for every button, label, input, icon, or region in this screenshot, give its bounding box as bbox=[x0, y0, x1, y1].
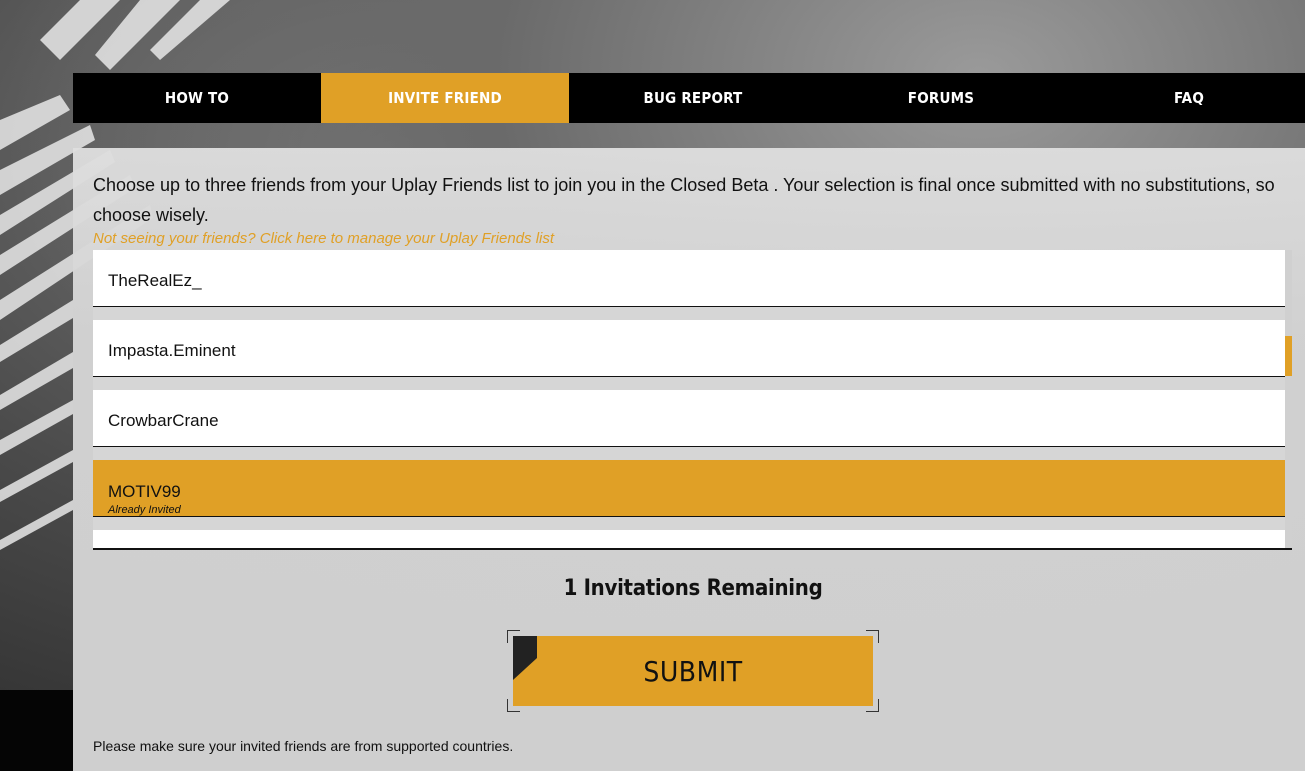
invitations-remaining-text: 1 Invitations Remaining bbox=[563, 576, 823, 601]
friend-name: Impasta.Eminent bbox=[108, 341, 236, 360]
nav-tab-how-to[interactable]: HOW TO bbox=[73, 73, 321, 123]
manage-friends-link[interactable]: Not seeing your friends? Click here to m… bbox=[93, 230, 554, 247]
corner-notch-icon bbox=[513, 636, 537, 680]
nav-tab-invite-friend[interactable]: INVITE FRIEND bbox=[321, 73, 569, 123]
friend-item[interactable]: Impasta.Eminent bbox=[93, 320, 1285, 377]
friend-name: MOTIV99 bbox=[108, 482, 181, 501]
invite-panel: Choose up to three friends from your Upl… bbox=[73, 148, 1305, 771]
friends-list-scrollbar[interactable] bbox=[1285, 250, 1292, 548]
friend-name: CrowbarCrane bbox=[108, 411, 219, 430]
supported-countries-note: Please make sure your invited friends ar… bbox=[93, 738, 514, 754]
intro-text: Choose up to three friends from your Upl… bbox=[93, 175, 1275, 225]
nav-tab-faq[interactable]: FAQ bbox=[1065, 73, 1305, 123]
scrollbar-thumb[interactable] bbox=[1285, 336, 1292, 376]
friend-item[interactable]: TheRealEz_ bbox=[93, 250, 1285, 307]
friend-item[interactable]: CrowbarCrane bbox=[93, 390, 1285, 447]
invitations-remaining: 1 Invitations Remaining bbox=[73, 576, 1305, 601]
nav-tab-bug-report[interactable]: BUG REPORT bbox=[569, 73, 817, 123]
submit-button[interactable]: SUBMIT bbox=[513, 636, 873, 706]
top-navigation: HOW TO INVITE FRIEND BUG REPORT FORUMS F… bbox=[73, 73, 1305, 123]
already-invited-label: Already Invited bbox=[108, 504, 181, 516]
nav-tab-forums[interactable]: FORUMS bbox=[817, 73, 1065, 123]
friend-item[interactable] bbox=[93, 530, 1285, 548]
friends-list[interactable]: TheRealEz_ Impasta.Eminent CrowbarCrane … bbox=[93, 250, 1292, 550]
friend-name: TheRealEz_ bbox=[108, 271, 202, 290]
submit-frame: SUBMIT bbox=[507, 630, 879, 712]
friend-item-invited[interactable]: MOTIV99 Already Invited bbox=[93, 460, 1285, 517]
